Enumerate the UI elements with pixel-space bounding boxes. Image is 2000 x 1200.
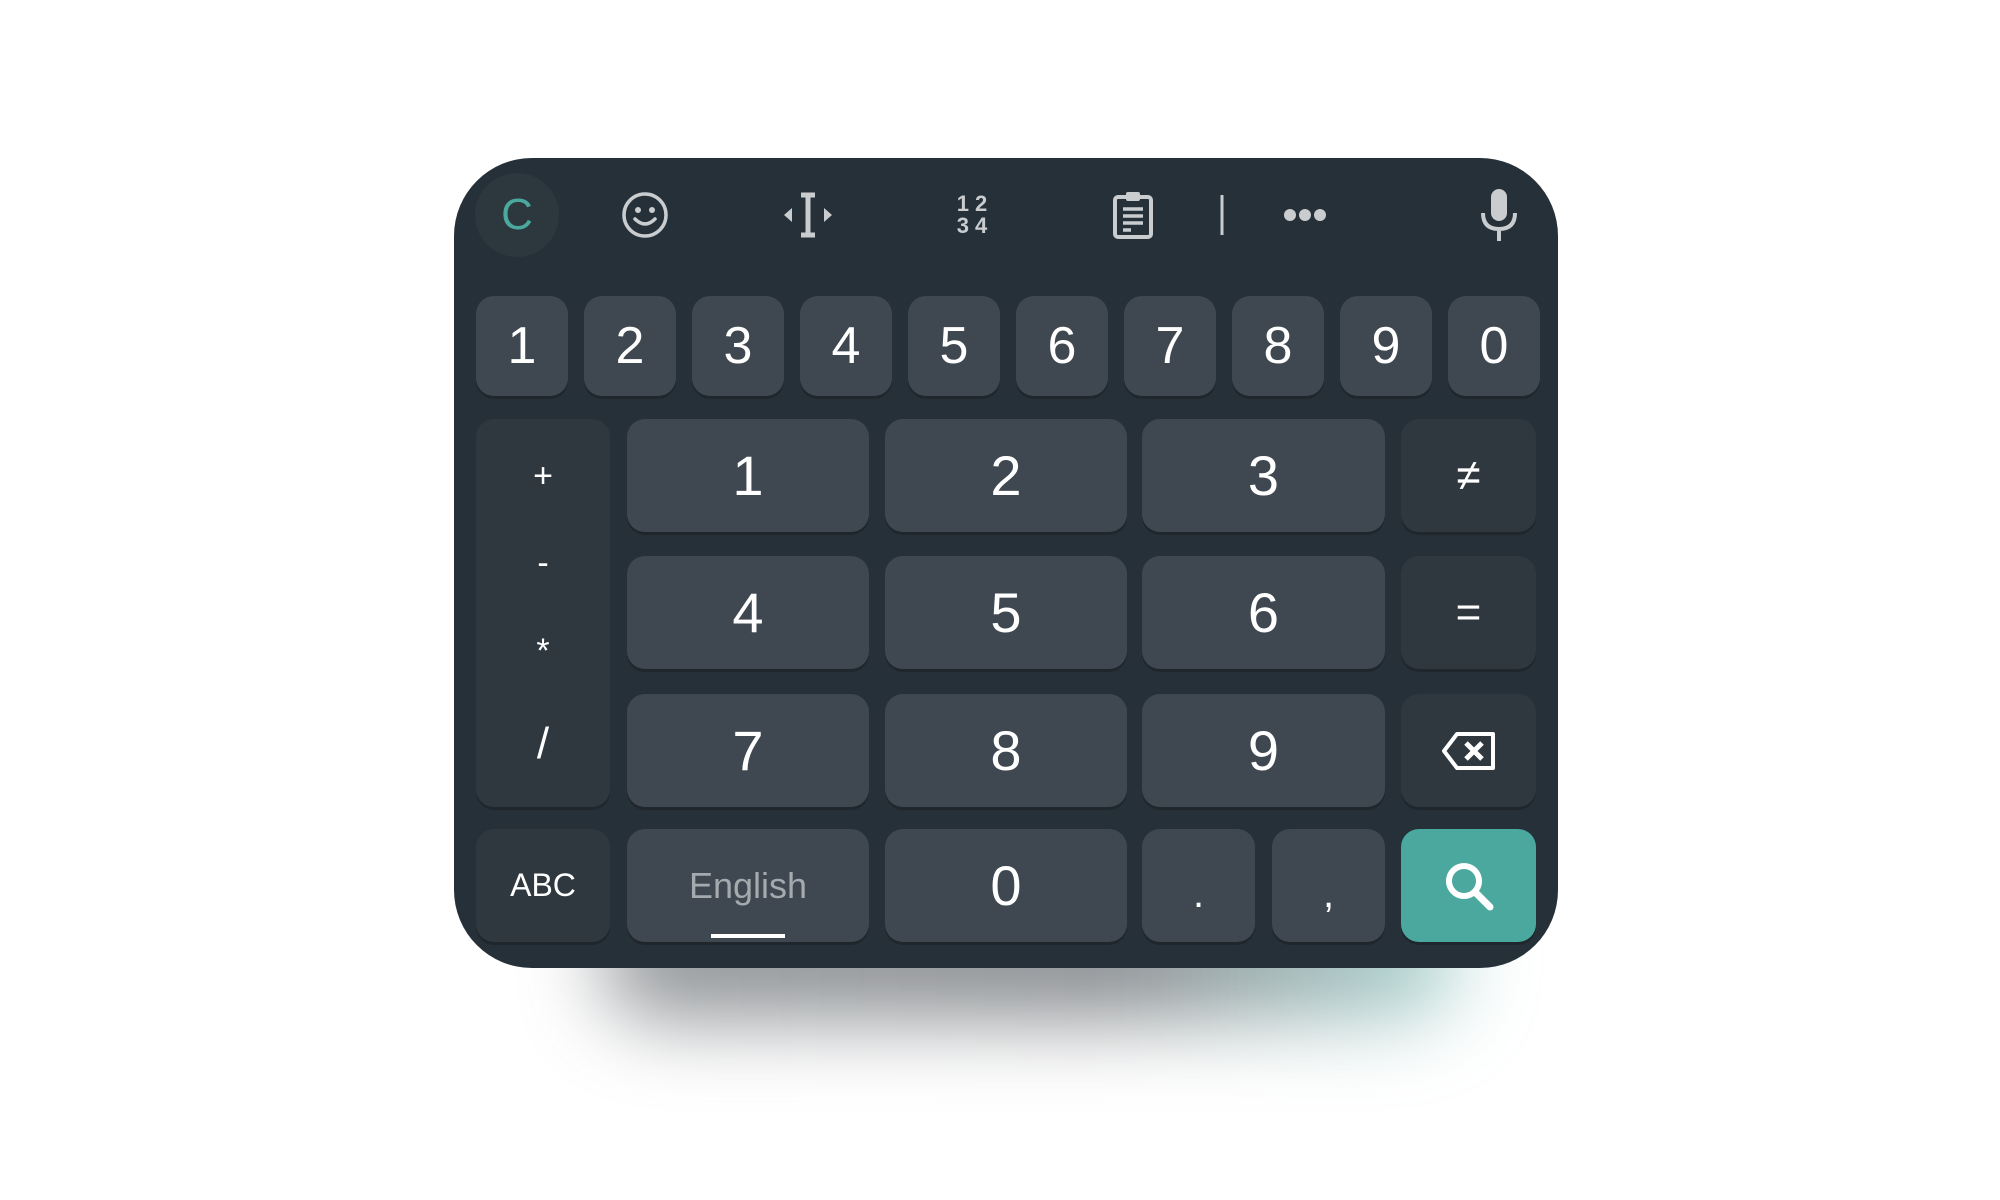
period-key[interactable]: . — [1142, 829, 1255, 942]
space-bar-indicator — [711, 934, 785, 938]
not-equal-key[interactable]: ≠ — [1401, 419, 1536, 532]
toolbar-divider — [1220, 195, 1224, 235]
divide-key[interactable]: / — [537, 719, 549, 769]
equal-key[interactable]: = — [1401, 556, 1536, 669]
key-7[interactable]: 7 — [627, 694, 869, 807]
number-row-key-1[interactable]: 1 — [476, 296, 568, 396]
key-4[interactable]: 4 — [627, 556, 869, 669]
key-1[interactable]: 1 — [627, 419, 869, 532]
number-row-key-2[interactable]: 2 — [584, 296, 676, 396]
language-label: English — [688, 864, 808, 906]
key-8[interactable]: 8 — [885, 694, 1127, 807]
clear-button[interactable]: C — [475, 173, 559, 257]
cursor-move-icon — [784, 192, 832, 238]
abc-key[interactable]: ABC — [476, 829, 610, 942]
clear-c-icon: C — [501, 190, 533, 239]
emoji-icon — [622, 192, 668, 238]
number-row-key-8[interactable]: 8 — [1232, 296, 1324, 396]
clipboard-icon — [1113, 192, 1153, 239]
number-row-key-4[interactable]: 4 — [800, 296, 892, 396]
number-row-key-5[interactable]: 5 — [908, 296, 1000, 396]
operators-key[interactable]: + - * / — [476, 419, 610, 807]
voice-input-button[interactable] — [1479, 187, 1519, 243]
minus-key[interactable]: - — [537, 544, 548, 583]
more-icon — [1284, 209, 1326, 221]
number-pad-icon-top: 1 2 — [956, 191, 988, 216]
number-row-key-3[interactable]: 3 — [692, 296, 784, 396]
more-button[interactable] — [1283, 208, 1327, 222]
number-row-key-0[interactable]: 0 — [1448, 296, 1540, 396]
microphone-icon — [1481, 189, 1517, 241]
space-key[interactable]: English — [627, 829, 869, 942]
key-6[interactable]: 6 — [1142, 556, 1385, 669]
backspace-icon — [1441, 731, 1495, 770]
key-9[interactable]: 9 — [1142, 694, 1385, 807]
number-row-key-9[interactable]: 9 — [1340, 296, 1432, 396]
key-5[interactable]: 5 — [885, 556, 1127, 669]
number-row-key-7[interactable]: 7 — [1124, 296, 1216, 396]
clipboard-button[interactable] — [1112, 191, 1154, 239]
number-pad-icon-bottom: 3 4 — [956, 213, 988, 238]
search-icon — [1445, 862, 1493, 910]
key-2[interactable]: 2 — [885, 419, 1127, 532]
key-3[interactable]: 3 — [1142, 419, 1385, 532]
plus-key[interactable]: + — [533, 457, 553, 496]
search-button[interactable] — [1401, 829, 1536, 942]
backspace-key[interactable] — [1401, 694, 1536, 807]
number-pad-button[interactable]: 1 2 3 4 — [957, 193, 988, 237]
number-row-key-6[interactable]: 6 — [1016, 296, 1108, 396]
comma-key[interactable]: , — [1272, 829, 1385, 942]
keyboard: C 1 2 3 4 1234567890 + - * / 1 2 3 ≠ 4 5… — [454, 158, 1558, 968]
cursor-control-button[interactable] — [782, 192, 834, 238]
emoji-button[interactable] — [621, 191, 669, 239]
key-0[interactable]: 0 — [885, 829, 1127, 942]
multiply-key[interactable]: * — [536, 632, 549, 671]
